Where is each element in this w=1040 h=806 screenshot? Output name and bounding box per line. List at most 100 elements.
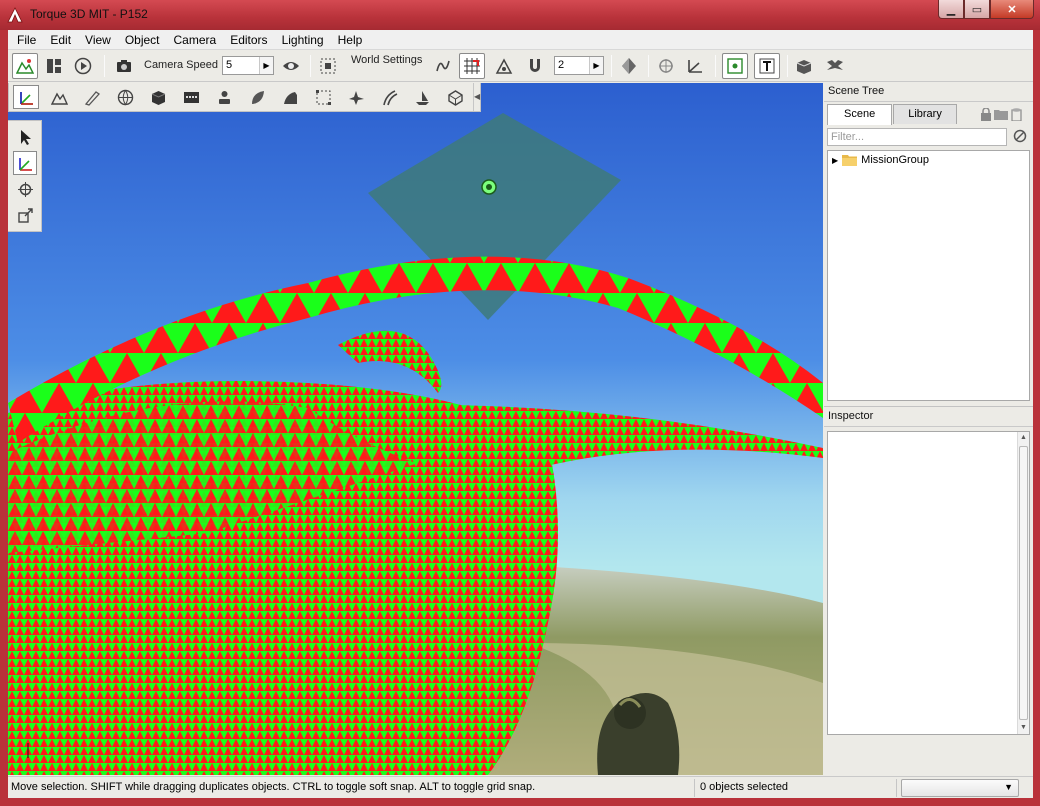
camera-button[interactable] bbox=[111, 53, 137, 79]
sky-tool-button[interactable] bbox=[112, 85, 138, 109]
menu-edit[interactable]: Edit bbox=[43, 31, 78, 49]
particle-tool-button[interactable] bbox=[343, 85, 369, 109]
river-tool-button[interactable] bbox=[277, 85, 303, 109]
menu-camera[interactable]: Camera bbox=[167, 31, 224, 49]
select-box-button[interactable] bbox=[722, 53, 748, 79]
menu-editors[interactable]: Editors bbox=[223, 31, 274, 49]
convex-shape-tool-button[interactable] bbox=[442, 85, 468, 109]
magnet-snap-button[interactable] bbox=[522, 53, 548, 79]
prefab-button[interactable] bbox=[791, 53, 817, 79]
tab-library[interactable]: Library bbox=[893, 104, 957, 124]
boat-icon bbox=[416, 91, 429, 105]
inspector-content[interactable]: ▲ ▼ bbox=[827, 431, 1030, 735]
play-icon bbox=[74, 57, 92, 75]
magnet-icon bbox=[530, 59, 540, 72]
clear-filter-icon[interactable] bbox=[1013, 129, 1027, 143]
scale-tool-button[interactable] bbox=[13, 203, 37, 227]
crosshair-icon bbox=[659, 59, 673, 73]
inspector-title: Inspector bbox=[824, 407, 1033, 427]
editor-client-area: File Edit View Object Camera Editors Lig… bbox=[8, 30, 1033, 798]
inspector-scrollbar[interactable]: ▲ ▼ bbox=[1017, 432, 1029, 734]
scroll-up-icon[interactable]: ▲ bbox=[1018, 432, 1029, 444]
scroll-down-icon[interactable]: ▼ bbox=[1018, 722, 1029, 734]
snap-terrain-button[interactable] bbox=[430, 53, 456, 79]
3d-viewport[interactable] bbox=[8, 83, 823, 775]
menu-file[interactable]: File bbox=[10, 31, 43, 49]
mesh-road-tool-button[interactable] bbox=[409, 85, 435, 109]
minimize-button[interactable]: ▁ bbox=[938, 0, 964, 19]
menu-help[interactable]: Help bbox=[331, 31, 370, 49]
unpack-prefab-button[interactable] bbox=[822, 53, 848, 79]
tree-item-missiongroup[interactable]: ▶ MissionGroup bbox=[832, 154, 929, 166]
selection-count: 0 objects selected bbox=[700, 781, 789, 793]
grid-snap-icon bbox=[464, 58, 480, 74]
menu-lighting[interactable]: Lighting bbox=[275, 31, 331, 49]
menu-bar: File Edit View Object Camera Editors Lig… bbox=[8, 30, 1033, 50]
spawn-tool-button[interactable] bbox=[211, 85, 237, 109]
text-label-button[interactable] bbox=[754, 53, 780, 79]
new-folder-icon[interactable] bbox=[994, 108, 1008, 120]
terrain-tool-button[interactable] bbox=[46, 85, 72, 109]
main-toolbar: Camera Speed 5 ▶ World Settings 2 ▶ bbox=[8, 50, 1033, 82]
world-axis-button[interactable] bbox=[682, 53, 708, 79]
status-dropdown[interactable]: ▼ bbox=[901, 779, 1019, 797]
scene-render bbox=[8, 113, 823, 775]
camera-speed-stepper[interactable]: 5 ▶ bbox=[222, 56, 274, 75]
lock-icon[interactable] bbox=[980, 108, 992, 121]
palette-grip-icon[interactable]: ◀ bbox=[473, 83, 480, 111]
expand-arrow-icon[interactable]: ▶ bbox=[832, 156, 838, 165]
chevron-right-icon[interactable]: ▶ bbox=[589, 57, 603, 74]
scene-tree-view[interactable]: ▶ MissionGroup bbox=[827, 150, 1030, 401]
layout-icon bbox=[47, 59, 61, 73]
bounds-snap-icon bbox=[495, 58, 513, 74]
inspector-panel: Inspector ▲ ▼ bbox=[824, 406, 1033, 739]
gui-editor-button[interactable] bbox=[41, 53, 67, 79]
paint-tool-button[interactable] bbox=[79, 85, 105, 109]
menu-object[interactable]: Object bbox=[118, 31, 167, 49]
cube-tool-button[interactable] bbox=[145, 85, 171, 109]
road-tool-button[interactable] bbox=[244, 85, 270, 109]
select-box-icon bbox=[727, 58, 743, 74]
menu-view[interactable]: View bbox=[78, 31, 118, 49]
chevron-right-icon[interactable]: ▶ bbox=[259, 57, 273, 74]
window-controls: ▁ ▭ ✕ bbox=[938, 0, 1034, 19]
maximize-button[interactable]: ▭ bbox=[964, 0, 990, 19]
mesh-handle bbox=[338, 330, 442, 393]
move-tool-button[interactable] bbox=[13, 151, 37, 175]
close-button[interactable]: ✕ bbox=[990, 0, 1034, 19]
world-editor-button[interactable] bbox=[12, 53, 38, 79]
gizmo-tool-palette bbox=[8, 120, 42, 232]
trash-icon[interactable] bbox=[1011, 107, 1022, 121]
zone-tool-button[interactable] bbox=[310, 85, 336, 109]
object-center-button[interactable] bbox=[616, 53, 642, 79]
select-tool-button[interactable] bbox=[13, 125, 37, 149]
fit-view-button[interactable] bbox=[315, 53, 341, 79]
data-tool-button[interactable] bbox=[178, 85, 204, 109]
rotate-tool-button[interactable] bbox=[13, 177, 37, 201]
pivot-button[interactable] bbox=[653, 53, 679, 79]
brush-icon bbox=[84, 91, 100, 106]
tab-scene[interactable]: Scene bbox=[827, 104, 893, 125]
sparkle-icon bbox=[349, 91, 364, 105]
world-editor-icon bbox=[16, 59, 34, 74]
translate-tool-button[interactable] bbox=[13, 85, 39, 109]
grid-size-value: 2 bbox=[558, 59, 565, 71]
grid-snap-button[interactable] bbox=[459, 53, 485, 79]
decal-road-tool-button[interactable] bbox=[376, 85, 402, 109]
window-titlebar[interactable]: Torque 3D MIT - P152 ▁ ▭ ✕ bbox=[0, 0, 1040, 30]
fit-view-icon bbox=[320, 58, 336, 74]
globe-icon bbox=[117, 89, 134, 106]
scroll-thumb[interactable] bbox=[1019, 446, 1028, 720]
convex-icon bbox=[448, 90, 463, 106]
camera-icon bbox=[117, 60, 131, 72]
move-gizmo-icon bbox=[20, 92, 33, 105]
world-settings-label[interactable]: World Settings bbox=[351, 54, 422, 66]
visibility-button[interactable] bbox=[278, 53, 304, 79]
bounding-box-icon bbox=[316, 90, 331, 105]
play-game-button[interactable] bbox=[70, 53, 96, 79]
grid-size-stepper[interactable]: 2 ▶ bbox=[554, 56, 604, 75]
scene-filter-input[interactable]: Filter... bbox=[827, 128, 1007, 146]
bounds-snap-button[interactable] bbox=[491, 53, 517, 79]
window-title: Torque 3D MIT - P152 bbox=[30, 7, 148, 21]
cursor-arrow-icon bbox=[21, 130, 31, 145]
